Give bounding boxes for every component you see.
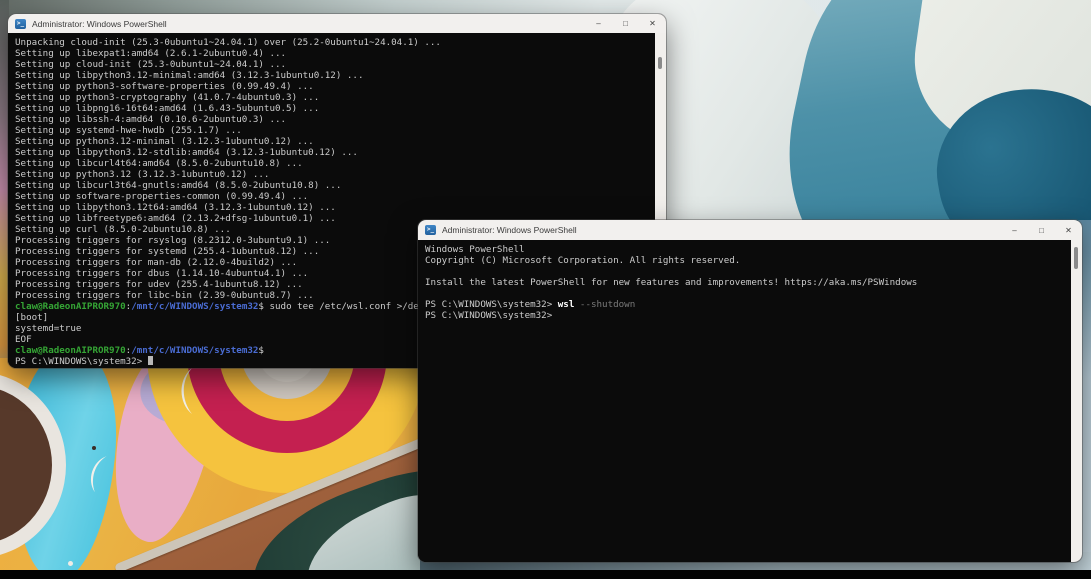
window-controls: – □ ✕ — [1001, 220, 1082, 240]
desktop: >_ Administrator: Windows PowerShell – □… — [0, 0, 1091, 579]
terminal-line: Setting up python3.12 (3.12.3-1ubuntu0.1… — [15, 169, 655, 180]
window-title: Administrator: Windows PowerShell — [442, 225, 577, 235]
terminal-line: Install the latest PowerShell for new fe… — [425, 277, 1071, 288]
maximize-button[interactable]: □ — [1028, 220, 1055, 240]
terminal-line: Setting up libcurl3t64-gnutls:amd64 (8.5… — [15, 180, 655, 191]
close-button[interactable]: ✕ — [639, 14, 666, 33]
terminal-line: Setting up python3-cryptography (41.0.7-… — [15, 92, 655, 103]
terminal-line: Setting up software-properties-common (0… — [15, 191, 655, 202]
terminal-line: PS C:\WINDOWS\system32> — [425, 310, 1071, 321]
pedestrian-dot — [92, 446, 96, 450]
minimize-button[interactable]: – — [585, 14, 612, 33]
powershell-icon: >_ — [15, 19, 26, 29]
scrollbar-thumb[interactable] — [658, 57, 662, 69]
terminal-line: Setting up libpython3.12-stdlib:amd64 (3… — [15, 147, 655, 158]
terminal-line: Setting up libssh-4:amd64 (0.10.6-2ubunt… — [15, 114, 655, 125]
terminal-line: Setting up libcurl4t64:amd64 (8.5.0-2ubu… — [15, 158, 655, 169]
terminal-line: Setting up libpng16-16t64:amd64 (1.6.43-… — [15, 103, 655, 114]
terminal-line: Setting up libexpat1:amd64 (2.6.1-2ubunt… — [15, 48, 655, 59]
scrollbar-thumb[interactable] — [1074, 247, 1078, 269]
terminal-line: Unpacking cloud-init (25.3-0ubuntu1~24.0… — [15, 37, 655, 48]
terminal-line — [425, 288, 1071, 299]
terminal-output[interactable]: Windows PowerShellCopyright (C) Microsof… — [418, 240, 1071, 562]
terminal-line: Setting up libpython3.12-minimal:amd64 (… — [15, 70, 655, 81]
terminal-line: Setting up libpython3.12t64:amd64 (3.12.… — [15, 202, 655, 213]
maximize-button[interactable]: □ — [612, 14, 639, 33]
titlebar[interactable]: >_ Administrator: Windows PowerShell – □… — [8, 14, 666, 33]
terminal-line: Setting up python3.12-minimal (3.12.3-1u… — [15, 136, 655, 147]
powershell-icon: >_ — [425, 225, 436, 235]
window-title: Administrator: Windows PowerShell — [32, 19, 167, 29]
close-button[interactable]: ✕ — [1055, 220, 1082, 240]
minimize-button[interactable]: – — [1001, 220, 1028, 240]
window-controls: – □ ✕ — [585, 14, 666, 33]
terminal-line: Setting up cloud-init (25.3-0ubuntu1~24.… — [15, 59, 655, 70]
terminal-line: Copyright (C) Microsoft Corporation. All… — [425, 255, 1071, 266]
pedestrian-dot — [68, 561, 73, 566]
bird-icon — [176, 368, 198, 414]
terminal-line — [425, 266, 1071, 277]
terminal-line: Setting up python3-software-properties (… — [15, 81, 655, 92]
powershell-window-front: >_ Administrator: Windows PowerShell – □… — [418, 220, 1082, 562]
terminal-line: PS C:\WINDOWS\system32> wsl --shutdown — [425, 299, 1071, 310]
terminal-line: Windows PowerShell — [425, 244, 1071, 255]
terminal-line: Setting up systemd-hwe-hwdb (255.1.7) ..… — [15, 125, 655, 136]
titlebar[interactable]: >_ Administrator: Windows PowerShell – □… — [418, 220, 1082, 240]
wallpaper-painted-plaza — [0, 358, 420, 571]
scrollbar[interactable] — [1071, 240, 1082, 562]
letterbox-bar — [0, 570, 1091, 579]
